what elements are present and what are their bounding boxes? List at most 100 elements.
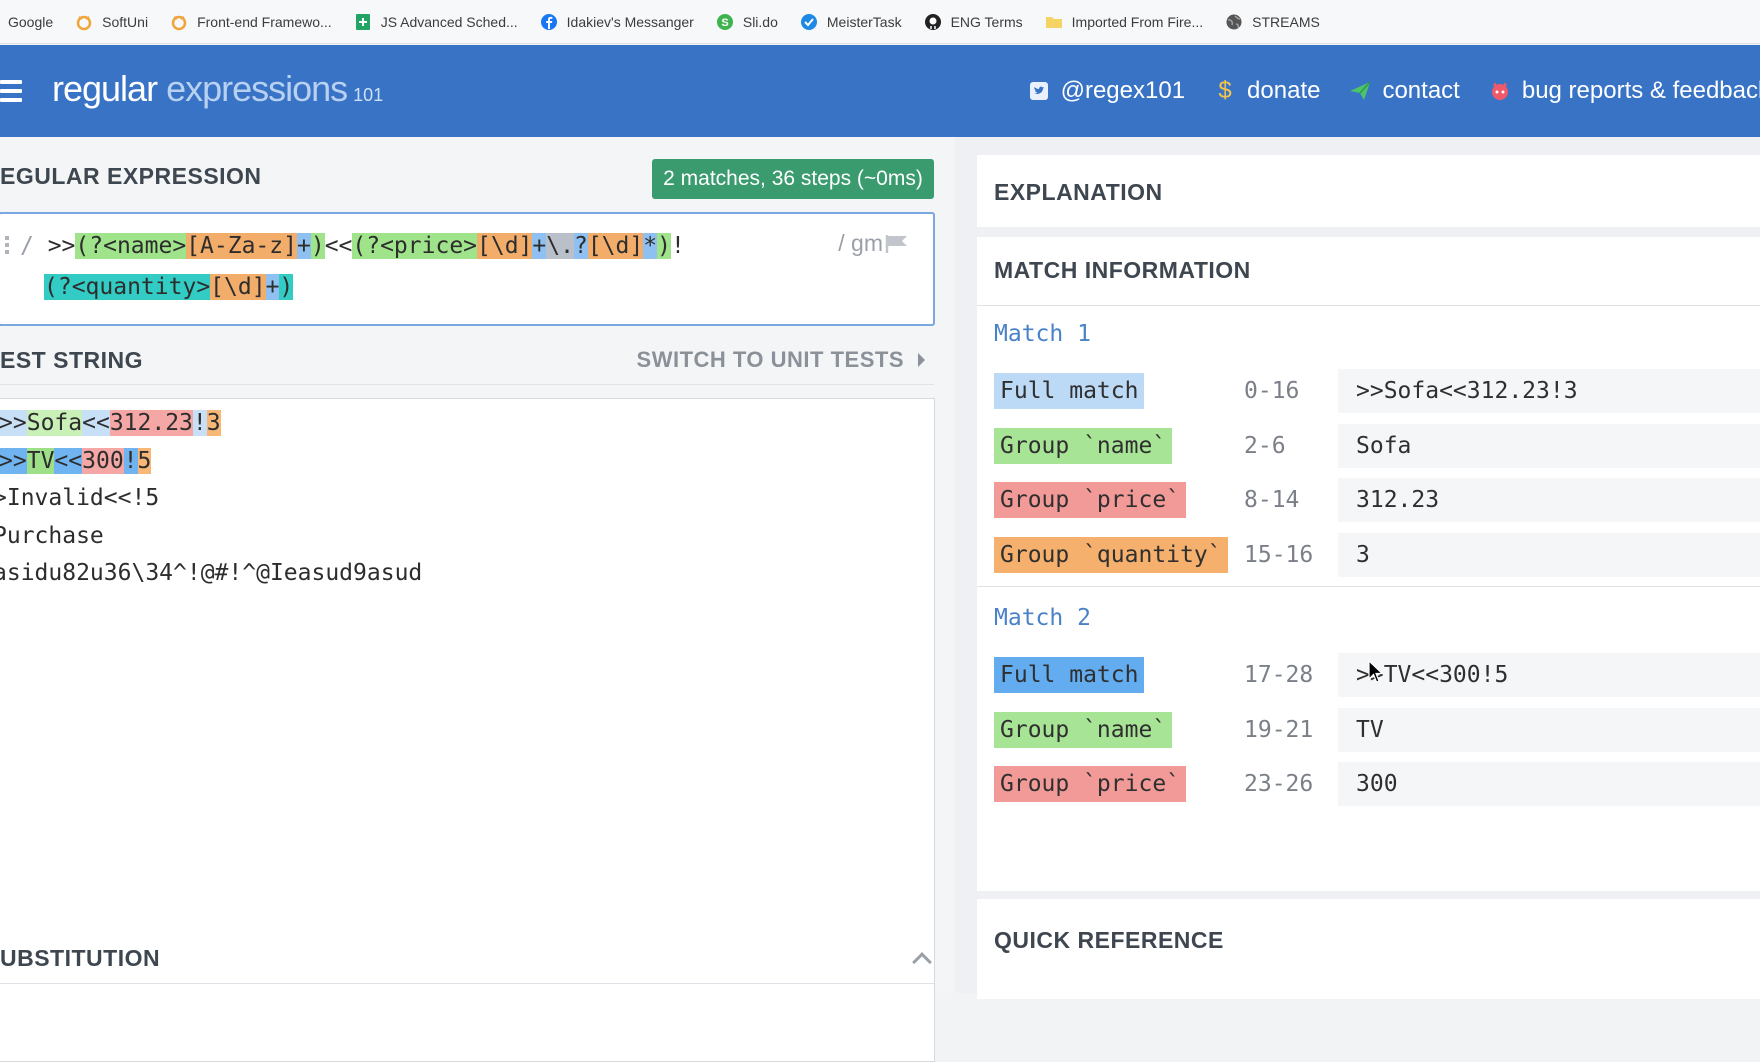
match-range: 15-16 <box>1244 541 1314 568</box>
nav-twitter[interactable]: @regex101 <box>1027 77 1185 105</box>
bookmarks-bar: Google SoftUni Front-end Framewo... JS Adva… <box>0 0 1760 44</box>
match-row[interactable]: Group `name` 2-6 Sofa <box>994 423 1760 472</box>
divider <box>0 384 934 385</box>
test-text: asidu82u36\34^!@#!^@Ieasud9asud <box>0 560 423 586</box>
match-range: 17-28 <box>1244 662 1314 688</box>
regex-token: \. <box>546 233 574 259</box>
quick-reference-panel[interactable]: QUICK REFERENCE <box>977 899 1760 999</box>
caret-right-icon <box>918 353 925 367</box>
match-range: 8-14 <box>1244 487 1300 513</box>
paper-plane-icon <box>1348 79 1372 103</box>
regex-section-title: EGULAR EXPRESSION <box>0 163 262 189</box>
test-text: >Invalid<<!5 <box>0 485 160 511</box>
bookmark-label: JS Advanced Sched... <box>380 13 518 30</box>
nav-donate-label: donate <box>1247 77 1321 104</box>
logo-light: expressions <box>157 68 348 109</box>
match-row[interactable]: Group `quantity` 15-16 3 <box>994 532 1760 581</box>
mouse-cursor-icon <box>1368 659 1384 689</box>
regex-flags[interactable]: / gm <box>838 230 883 257</box>
bookmark-item[interactable]: MeisterTask <box>800 13 902 31</box>
logo[interactable]: regular expressions 101 <box>52 68 383 110</box>
group-label: Full match <box>994 657 1145 693</box>
match-range: 2-6 <box>1244 432 1286 459</box>
match-highlight: ! <box>123 447 138 474</box>
match-value: Sofa <box>1338 423 1760 468</box>
bookmark-label: Idakiev's Messanger <box>566 13 694 30</box>
match-highlight: > <box>0 410 13 436</box>
regex-token: + <box>532 233 547 259</box>
bookmark-label: ENG Terms <box>950 13 1023 30</box>
twitter-icon <box>1027 79 1051 103</box>
group-label: Group `quantity` <box>994 536 1228 573</box>
folder-icon <box>1045 13 1063 31</box>
logo-version: 101 <box>353 85 384 105</box>
regex-line-1: / >>(?<name>[A-Za-z]+)<<(?<price>[\d]+\.… <box>20 233 685 259</box>
match-row[interactable]: Group `price` 23-26 300 <box>994 762 1760 810</box>
group-label: Group `price` <box>994 766 1187 802</box>
bookmark-label: Google <box>8 13 54 30</box>
bookmark-item[interactable]: STREAMS <box>1225 13 1320 31</box>
bookmark-label: STREAMS <box>1252 13 1320 30</box>
test-text: Purchase <box>0 522 104 549</box>
match-value: >>TV<<300!5 <box>1338 653 1760 697</box>
regex-input[interactable]: / >>(?<name>[A-Za-z]+)<<(?<price>[\d]+\.… <box>0 212 935 326</box>
nav-contact-label: contact <box>1382 77 1460 104</box>
regex-token: ) <box>310 233 325 259</box>
meistertask-icon <box>800 13 818 31</box>
nav-donate[interactable]: $ donate <box>1213 77 1320 105</box>
match-row[interactable]: Group `price` 8-14 312.23 <box>994 478 1760 526</box>
nav-contact[interactable]: contact <box>1348 77 1460 105</box>
regex-token: * <box>643 233 658 259</box>
divider <box>0 983 934 984</box>
bookmark-item[interactable]: Google <box>8 14 53 30</box>
test-string-line: asidu82u36\34^!@#!^@Ieasud9asud <box>0 560 422 586</box>
regex-token: ! <box>670 233 685 259</box>
group-label: Full match <box>994 373 1145 409</box>
divider <box>977 305 1760 306</box>
match-value: 300 <box>1338 762 1760 806</box>
bookmark-item[interactable]: JS Advanced Sched... <box>354 13 518 31</box>
github-icon <box>924 13 942 31</box>
bookmark-item[interactable]: ENG Terms <box>924 13 1023 31</box>
match-highlight: TV <box>26 447 55 474</box>
switch-to-unit-tests-link[interactable]: SWITCH TO UNIT TESTS <box>637 347 925 373</box>
match-highlight: << <box>82 410 110 436</box>
match-information-panel: MATCH INFORMATION Match 1 Full match 0-16 >… <box>977 237 1760 891</box>
switch-label: SWITCH TO UNIT TESTS <box>636 347 904 372</box>
match-value: 312.23 <box>1338 478 1760 522</box>
match-highlight: > <box>12 447 27 474</box>
drag-handle-icon[interactable] <box>5 236 10 256</box>
github-cat-icon <box>1488 79 1512 103</box>
match-highlight: 3 <box>206 410 221 436</box>
logo-main: regular <box>52 68 158 109</box>
match-info-title: MATCH INFORMATION <box>994 257 1251 283</box>
bookmark-item[interactable]: Imported From Fire... <box>1045 13 1203 31</box>
sheets-icon <box>354 13 372 31</box>
explanation-panel[interactable]: EXPLANATION <box>977 155 1760 227</box>
menu-icon[interactable] <box>0 80 22 104</box>
bookmark-label: SoftUni <box>102 13 149 30</box>
match-value: >>Sofa<<312.23!3 <box>1338 369 1760 413</box>
match-title: Match 2 <box>994 605 1091 631</box>
match-highlight: 312.23 <box>109 410 193 436</box>
match-row[interactable]: Group `name` 19-21 TV <box>994 707 1760 756</box>
regex-token: ? <box>573 233 588 259</box>
regex-token: << <box>324 233 353 259</box>
bookmark-item[interactable]: SoftUni <box>75 13 148 31</box>
regex-tokens-1: >>(?<name>[A-Za-z]+)<<(?<price>[\d]+\.?[… <box>34 233 685 259</box>
regex-token: [\d] <box>210 274 266 300</box>
match-row[interactable]: Full match 0-16 >>Sofa<<312.23!3 <box>994 369 1760 417</box>
nav-twitter-label: @regex101 <box>1060 77 1186 104</box>
match-highlight: > <box>0 447 13 474</box>
explanation-title: EXPLANATION <box>994 179 1163 205</box>
softuni-icon <box>170 13 188 31</box>
nav-bug-reports[interactable]: bug reports & feedback <box>1488 77 1760 105</box>
bookmark-item[interactable]: Idakiev's Messanger <box>540 13 694 31</box>
dollar-icon: $ <box>1218 77 1232 104</box>
bookmark-item[interactable]: S Sli.do <box>716 13 778 31</box>
match-highlight: 300 <box>82 447 124 474</box>
globe-icon <box>1225 13 1243 31</box>
bookmark-item[interactable]: Front-end Framewo... <box>170 13 332 31</box>
flag-icon[interactable] <box>885 234 911 259</box>
match-range: 19-21 <box>1244 716 1314 743</box>
